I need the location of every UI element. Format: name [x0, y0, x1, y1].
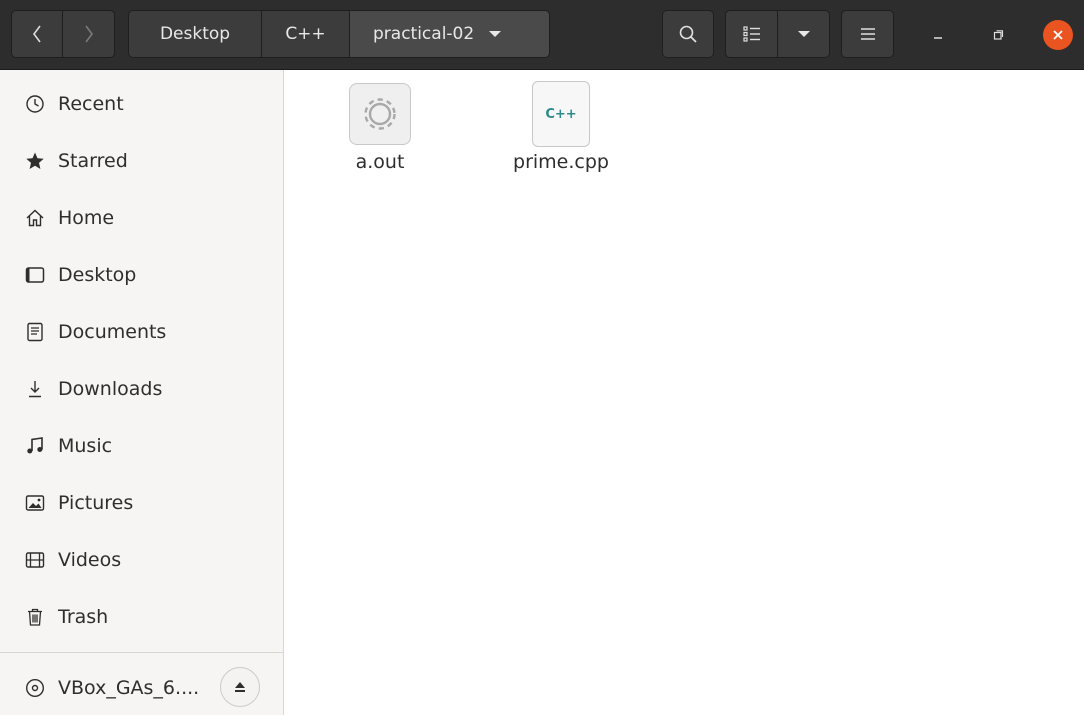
sidebar-item-label: Desktop [58, 263, 137, 286]
download-icon [24, 378, 46, 400]
breadcrumb-desktop[interactable]: Desktop [128, 10, 262, 58]
hamburger-icon [860, 28, 875, 40]
sidebar-item-label: Trash [58, 605, 109, 628]
cpp-file-icon: C++ [529, 81, 593, 147]
sidebar-item-label: Documents [58, 320, 167, 343]
chevron-down-icon [797, 31, 810, 37]
sidebar-item-desktop[interactable]: Desktop [0, 246, 283, 303]
minimize-icon [934, 37, 942, 39]
sidebar-item-pictures[interactable]: Pictures [0, 474, 283, 531]
file-type-badge: C++ [545, 106, 577, 122]
view-options-button[interactable] [777, 10, 830, 58]
breadcrumb-label: Desktop [159, 24, 231, 44]
disc-icon [24, 677, 46, 699]
document-icon [24, 321, 46, 343]
music-icon [24, 435, 46, 457]
main-menu-button[interactable] [841, 10, 894, 58]
breadcrumb-label: C++ [285, 24, 326, 44]
sidebar-divider [0, 652, 283, 653]
sidebar: Recent Starred Home Desktop Documents Do… [0, 70, 284, 715]
eject-button[interactable] [220, 667, 260, 707]
close-icon [1053, 30, 1063, 40]
list-view-icon [742, 26, 760, 42]
breadcrumb-label: practical-02 [373, 24, 475, 44]
sidebar-item-label: Downloads [58, 377, 163, 400]
search-button[interactable] [662, 10, 714, 58]
sidebar-item-label: Recent [58, 92, 124, 115]
sidebar-item-label: Pictures [58, 491, 134, 514]
sidebar-item-label: VBox_GAs_6.... [58, 676, 200, 699]
file-view: a.out C++ prime.cpp [285, 70, 1084, 715]
picture-icon [24, 492, 46, 514]
star-icon [24, 150, 46, 172]
sidebar-item-documents[interactable]: Documents [0, 303, 283, 360]
home-icon [24, 207, 46, 229]
sidebar-item-videos[interactable]: Videos [0, 531, 283, 588]
forward-button[interactable] [62, 10, 115, 58]
file-item-prime-cpp[interactable]: C++ prime.cpp [500, 81, 622, 173]
breadcrumb-cpp[interactable]: C++ [261, 10, 350, 58]
sidebar-item-downloads[interactable]: Downloads [0, 360, 283, 417]
executable-gear-icon [348, 82, 412, 146]
clock-icon [24, 93, 46, 115]
breadcrumb-current[interactable]: practical-02 [349, 10, 550, 58]
file-name: a.out [355, 151, 405, 173]
minimize-button[interactable] [923, 20, 953, 50]
file-item-aout[interactable]: a.out [330, 82, 430, 173]
sidebar-item-starred[interactable]: Starred [0, 132, 283, 189]
sidebar-item-label: Videos [58, 548, 122, 571]
sidebar-item-trash[interactable]: Trash [0, 588, 283, 645]
maximize-icon [993, 30, 1004, 40]
maximize-button[interactable] [983, 20, 1013, 50]
chevron-left-icon [33, 25, 41, 43]
desktop-icon [24, 264, 46, 286]
close-button[interactable] [1043, 20, 1073, 50]
sidebar-item-label: Starred [58, 149, 128, 172]
sidebar-item-label: Music [58, 434, 113, 457]
sidebar-item-label: Home [58, 206, 115, 229]
sidebar-item-home[interactable]: Home [0, 189, 283, 246]
eject-icon [235, 682, 245, 692]
sidebar-item-music[interactable]: Music [0, 417, 283, 474]
trash-icon [24, 606, 46, 628]
video-icon [24, 549, 46, 571]
view-toggle-button[interactable] [725, 10, 778, 58]
sidebar-item-recent[interactable]: Recent [0, 75, 283, 132]
file-name: prime.cpp [513, 151, 609, 173]
chevron-right-icon [84, 25, 93, 43]
header-bar: Desktop C++ practical-02 [0, 0, 1084, 70]
search-icon [679, 25, 697, 43]
back-button[interactable] [11, 10, 63, 58]
chevron-down-icon [489, 31, 502, 37]
